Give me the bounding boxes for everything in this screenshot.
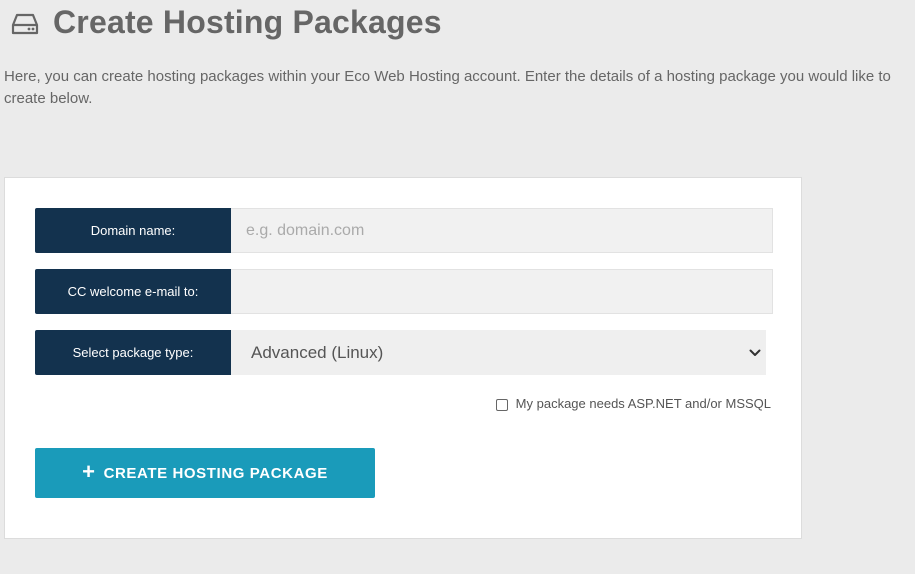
intro-line-1: Here, you can create hosting packages wi… bbox=[4, 68, 891, 85]
intro-text: Here, you can create hosting packages wi… bbox=[4, 66, 915, 110]
create-package-form: Domain name: CC welcome e-mail to: Selec… bbox=[4, 177, 802, 539]
domain-name-row: Domain name: bbox=[35, 208, 773, 253]
domain-name-input[interactable] bbox=[231, 208, 773, 253]
aspnet-checkbox[interactable] bbox=[495, 398, 508, 411]
cc-email-input[interactable] bbox=[231, 269, 773, 314]
intro-line-2: create below. bbox=[4, 90, 93, 107]
page-header: Create Hosting Packages bbox=[11, 4, 442, 41]
create-hosting-package-button[interactable]: + CREATE HOSTING PACKAGE bbox=[35, 448, 375, 498]
package-type-row: Select package type: Advanced (Linux) bbox=[35, 330, 766, 375]
page-title: Create Hosting Packages bbox=[53, 4, 442, 40]
package-type-select[interactable]: Advanced (Linux) bbox=[231, 330, 766, 375]
cc-email-row: CC welcome e-mail to: bbox=[35, 269, 773, 314]
domain-name-label: Domain name: bbox=[35, 208, 231, 253]
hard-drive-icon bbox=[11, 12, 39, 36]
package-type-label: Select package type: bbox=[35, 330, 231, 375]
cc-email-label: CC welcome e-mail to: bbox=[35, 269, 231, 314]
plus-icon: + bbox=[82, 459, 96, 484]
aspnet-checkbox-label[interactable]: My package needs ASP.NET and/or MSSQL bbox=[516, 396, 771, 411]
chevron-down-icon bbox=[748, 346, 762, 360]
package-type-value: Advanced (Linux) bbox=[251, 342, 384, 362]
aspnet-checkbox-row[interactable]: My package needs ASP.NET and/or MSSQL bbox=[495, 396, 771, 411]
create-button-label: CREATE HOSTING PACKAGE bbox=[103, 464, 328, 482]
page: Create Hosting Packages Here, you can cr… bbox=[0, 0, 915, 574]
